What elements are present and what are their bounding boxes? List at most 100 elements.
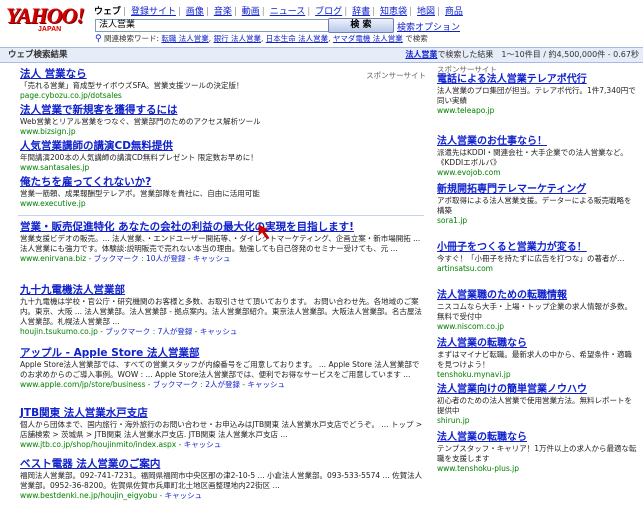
ad-url: shirun.jp [437,416,470,425]
search-result: ベスト電器 法人営業のご案内 福岡法人営業部。092-741-7231。福岡県福… [20,458,424,501]
ad-url: tenshoku.mynavi.jp [437,370,511,379]
sponsored-result: 人気営業講師の講演CD無料提供 年間講演200本の人気講師の講演CD無料プレゼン… [20,140,424,173]
related-link-1[interactable]: 転職 法人営業 [161,34,208,43]
related-searches: ⚲ 関連検索ワード: 転職 法人営業, 銀行 法人営業, 日本生命 法人営業, … [95,34,428,44]
nav-sites[interactable]: 登録サイト [131,6,176,18]
bookmark-link[interactable]: ブックマーク [94,254,139,263]
bookmark-count-link[interactable]: 10人が登録 [146,254,186,263]
bookmark-link[interactable]: ブックマーク [105,327,150,336]
search-result: 九十九電機法人営業部 九十九電機は学校・官公庁・研究機関のお客様と多数、お取引さ… [20,284,424,337]
ad-description: アポ取得による法人営業支援。データーによる販売戦略を構築 [437,196,632,215]
result-title[interactable]: ベスト電器 法人営業のご案内 [20,458,424,471]
result-url: page.cybozu.co.jp/dotsales [20,91,122,100]
result-url-line: www.apple.com/jp/store/business - ブックマーク… [20,380,285,389]
sidebar-ad: 小冊子をつくると営業力が変る！ 今すぐ！「小冊子を持たずに広告を打つな」の著者が… [437,242,637,274]
cache-link[interactable]: キャッシュ [184,440,222,449]
result-url-line: houjin.tsukumo.co.jp - ブックマーク : 7人が登録 - … [20,327,238,336]
result-title[interactable]: JTB関東 法人営業水戸支店 [20,407,424,420]
ad-description: まずはマイナビ転職。最新求人の中から、希望条件・適職を見つけよう！ [437,350,632,369]
nav-web[interactable]: ウェブ [94,6,121,18]
cache-link[interactable]: キャッシュ [200,327,238,336]
ad-title[interactable]: 法人営業向けの簡単営業ノウハウ [437,384,637,396]
sponsored-result: 法人営業で新規客を獲得するには Web営業とリアル営業をつなぐ、営業部門のための… [20,104,424,137]
result-title[interactable]: アップル - Apple Store 法人営業部 [20,347,424,360]
ad-description: 派遣先はKDDI・関連会社・大手企業での法人営業など。《KDDIエボルバ》 [437,148,628,167]
ad-url: www.evojob.com [437,168,501,177]
ad-title[interactable]: 法人営業職のための転職情報 [437,290,637,302]
result-snippet: 年間講演200本の人気講師の講演CD無料プレゼント 限定数お早めに！ [20,153,258,162]
sponsored-result: 俺たちを雇ってくれないか? 営業一筋頼、成果報酬型テレアポ。営業部隊を貴社に、自… [20,176,424,209]
bookmark-count-link[interactable]: 7人が登録 [158,327,193,336]
search-input[interactable]: 法人営業 [95,19,329,32]
bookmark-count-link[interactable]: 2人が登録 [205,380,240,389]
sponsored-result: 法人 営業なら 「売れる営業」育成型サイボウズSFA。営業支援ツールの決定版！ … [20,68,424,101]
result-url: www.bestdenki.ne.jp/houjin_eigyobu [20,491,158,500]
ad-title[interactable]: 小冊子をつくると営業力が変る！ [437,242,637,254]
result-url-line: www.jtb.co.jp/shop/houjinmito/index.aspx… [20,440,222,449]
ad-title[interactable]: 新規開拓専門テレマーケティング [437,184,637,196]
ad-url: www.teleapo.jp [437,106,495,115]
cache-link[interactable]: キャッシュ [165,491,203,500]
result-title[interactable]: 俺たちを雇ってくれないか? [20,176,424,189]
sidebar-ad: 法人営業向けの簡単営業ノウハウ 初心者のための法人営業で使用営業方法。無料レポー… [437,384,637,426]
result-title[interactable]: 九十九電機法人営業部 [20,284,424,297]
bookmark-link[interactable]: ブックマーク [153,380,198,389]
nav-chiebukuro[interactable]: 知恵袋 [380,6,407,18]
magnifier-icon: ⚲ [95,34,102,44]
results-count: 法人営業で検索した結果 1〜10件目 / 約4,500,000件 - 0.67秒 [405,49,639,61]
result-url: www.apple.com/jp/store/business [20,380,146,389]
sidebar-ad: 法人営業の転職なら まずはマイナビ転職。最新求人の中から、希望条件・適職を見つけ… [437,338,637,380]
search-result: アップル - Apple Store 法人営業部 Apple Store法人営業… [20,347,424,390]
cache-link[interactable]: キャッシュ [247,380,285,389]
nav-images[interactable]: 画像 [186,6,204,18]
search-result: JTB関東 法人営業水戸支店 個人から団体まで、国内旅行・海外旅行のお問い合わせ… [20,407,424,450]
search-options-link[interactable]: 検索オプション [397,20,460,33]
result-title[interactable]: 人気営業講師の講演CD無料提供 [20,140,424,153]
ad-description: テンプスタッフ・キャリア！1万件以上の求人から最適な転職を支援します [437,444,637,463]
results-summary-bar: ウェブ検索結果 法人営業で検索した結果 1〜10件目 / 約4,500,000件… [0,47,643,63]
nav-dictionary[interactable]: 辞書 [352,6,370,18]
nav-music[interactable]: 音楽 [214,6,232,18]
results-count-text: で検索した結果 1〜10件目 / 約4,500,000件 - 0.67秒 [437,50,639,59]
yahoo-logo[interactable]: YAHOO! JAPAN [6,4,88,38]
nav-news[interactable]: ニュース [270,6,306,18]
result-url: houjin.tsukumo.co.jp [20,327,98,336]
result-snippet: 福岡法人営業部。092-741-7231。福岡県福岡市中央区那の津2-10-5 … [20,471,423,490]
sidebar-ad: 法人営業の転職なら テンプスタッフ・キャリア！1万件以上の求人から最適な転職を支… [437,432,637,474]
result-title[interactable]: 法人 営業なら [20,68,424,81]
ad-description: 法人営業のプロ集団が担当。テレアポ代行。1件7,340円で同い実績 [437,86,636,105]
ad-description: 今すぐ！「小冊子を持たずに広告を打つな」の著者が… [437,254,625,263]
ad-url: artinsatsu.com [437,264,493,273]
results-keyword[interactable]: 法人営業 [405,50,437,59]
ad-url: www.tenshoku-plus.jp [437,464,519,473]
related-suffix: で検索 [405,34,428,43]
ad-title[interactable]: 法人営業の転職なら [437,338,637,350]
related-link-4[interactable]: ヤマダ電機 法人営業 [333,34,403,43]
result-url: www.bizsign.jp [20,127,76,136]
result-snippet: 営業一筋頼、成果報酬型テレアポ。営業部隊を貴社に、自由に活用可能 [20,189,260,198]
nav-shopping[interactable]: 商品 [445,6,463,18]
nav-blog[interactable]: ブログ [315,6,342,18]
result-url: www.santasales.jp [20,163,90,172]
related-link-2[interactable]: 銀行 法人営業 [214,34,261,43]
ad-title[interactable]: 法人営業の転職なら [437,432,637,444]
ad-title[interactable]: 電話による法人営業テレアポ代行 [437,74,637,86]
results-heading: ウェブ検索結果 [8,50,68,60]
result-title[interactable]: 営業・販売促進特化 あなたの会社の利益の最大化の実現を目指します! [20,221,424,234]
result-snippet: 個人から団体まで、国内旅行・海外旅行のお問い合わせ・お申込みはJTB関東 法人営… [20,420,423,439]
result-snippet: Web営業とリアル営業をつなぐ、営業部門のためのアクセス解析ツール [20,117,261,126]
cache-link[interactable]: キャッシュ [193,254,231,263]
ad-url: www.niscom.co.jp [437,322,505,331]
result-title[interactable]: 法人営業で新規客を獲得するには [20,104,424,117]
ad-description: ニスコムなら大手・上場・トップ企業の求人情報が多数。無料で受付中 [437,302,632,321]
result-url: www.jtb.co.jp/shop/houjinmito/index.aspx [20,440,177,449]
nav-video[interactable]: 動画 [242,6,260,18]
result-url: www.executive.jp [20,199,86,208]
result-snippet: 九十九電機は学校・官公庁・研究機関のお客様と多数、お取引させて頂いております。 … [20,297,422,326]
red-arrow-cursor-icon [258,224,270,240]
search-button[interactable]: 検 索 [328,18,394,33]
ad-title[interactable]: 法人営業のお仕事なら！ [437,136,637,148]
nav-map[interactable]: 地図 [417,6,435,18]
related-link-3[interactable]: 日本生命 法人営業 [266,34,328,43]
result-snippet: 「売れる営業」育成型サイボウズSFA。営業支援ツールの決定版！ [20,81,244,90]
